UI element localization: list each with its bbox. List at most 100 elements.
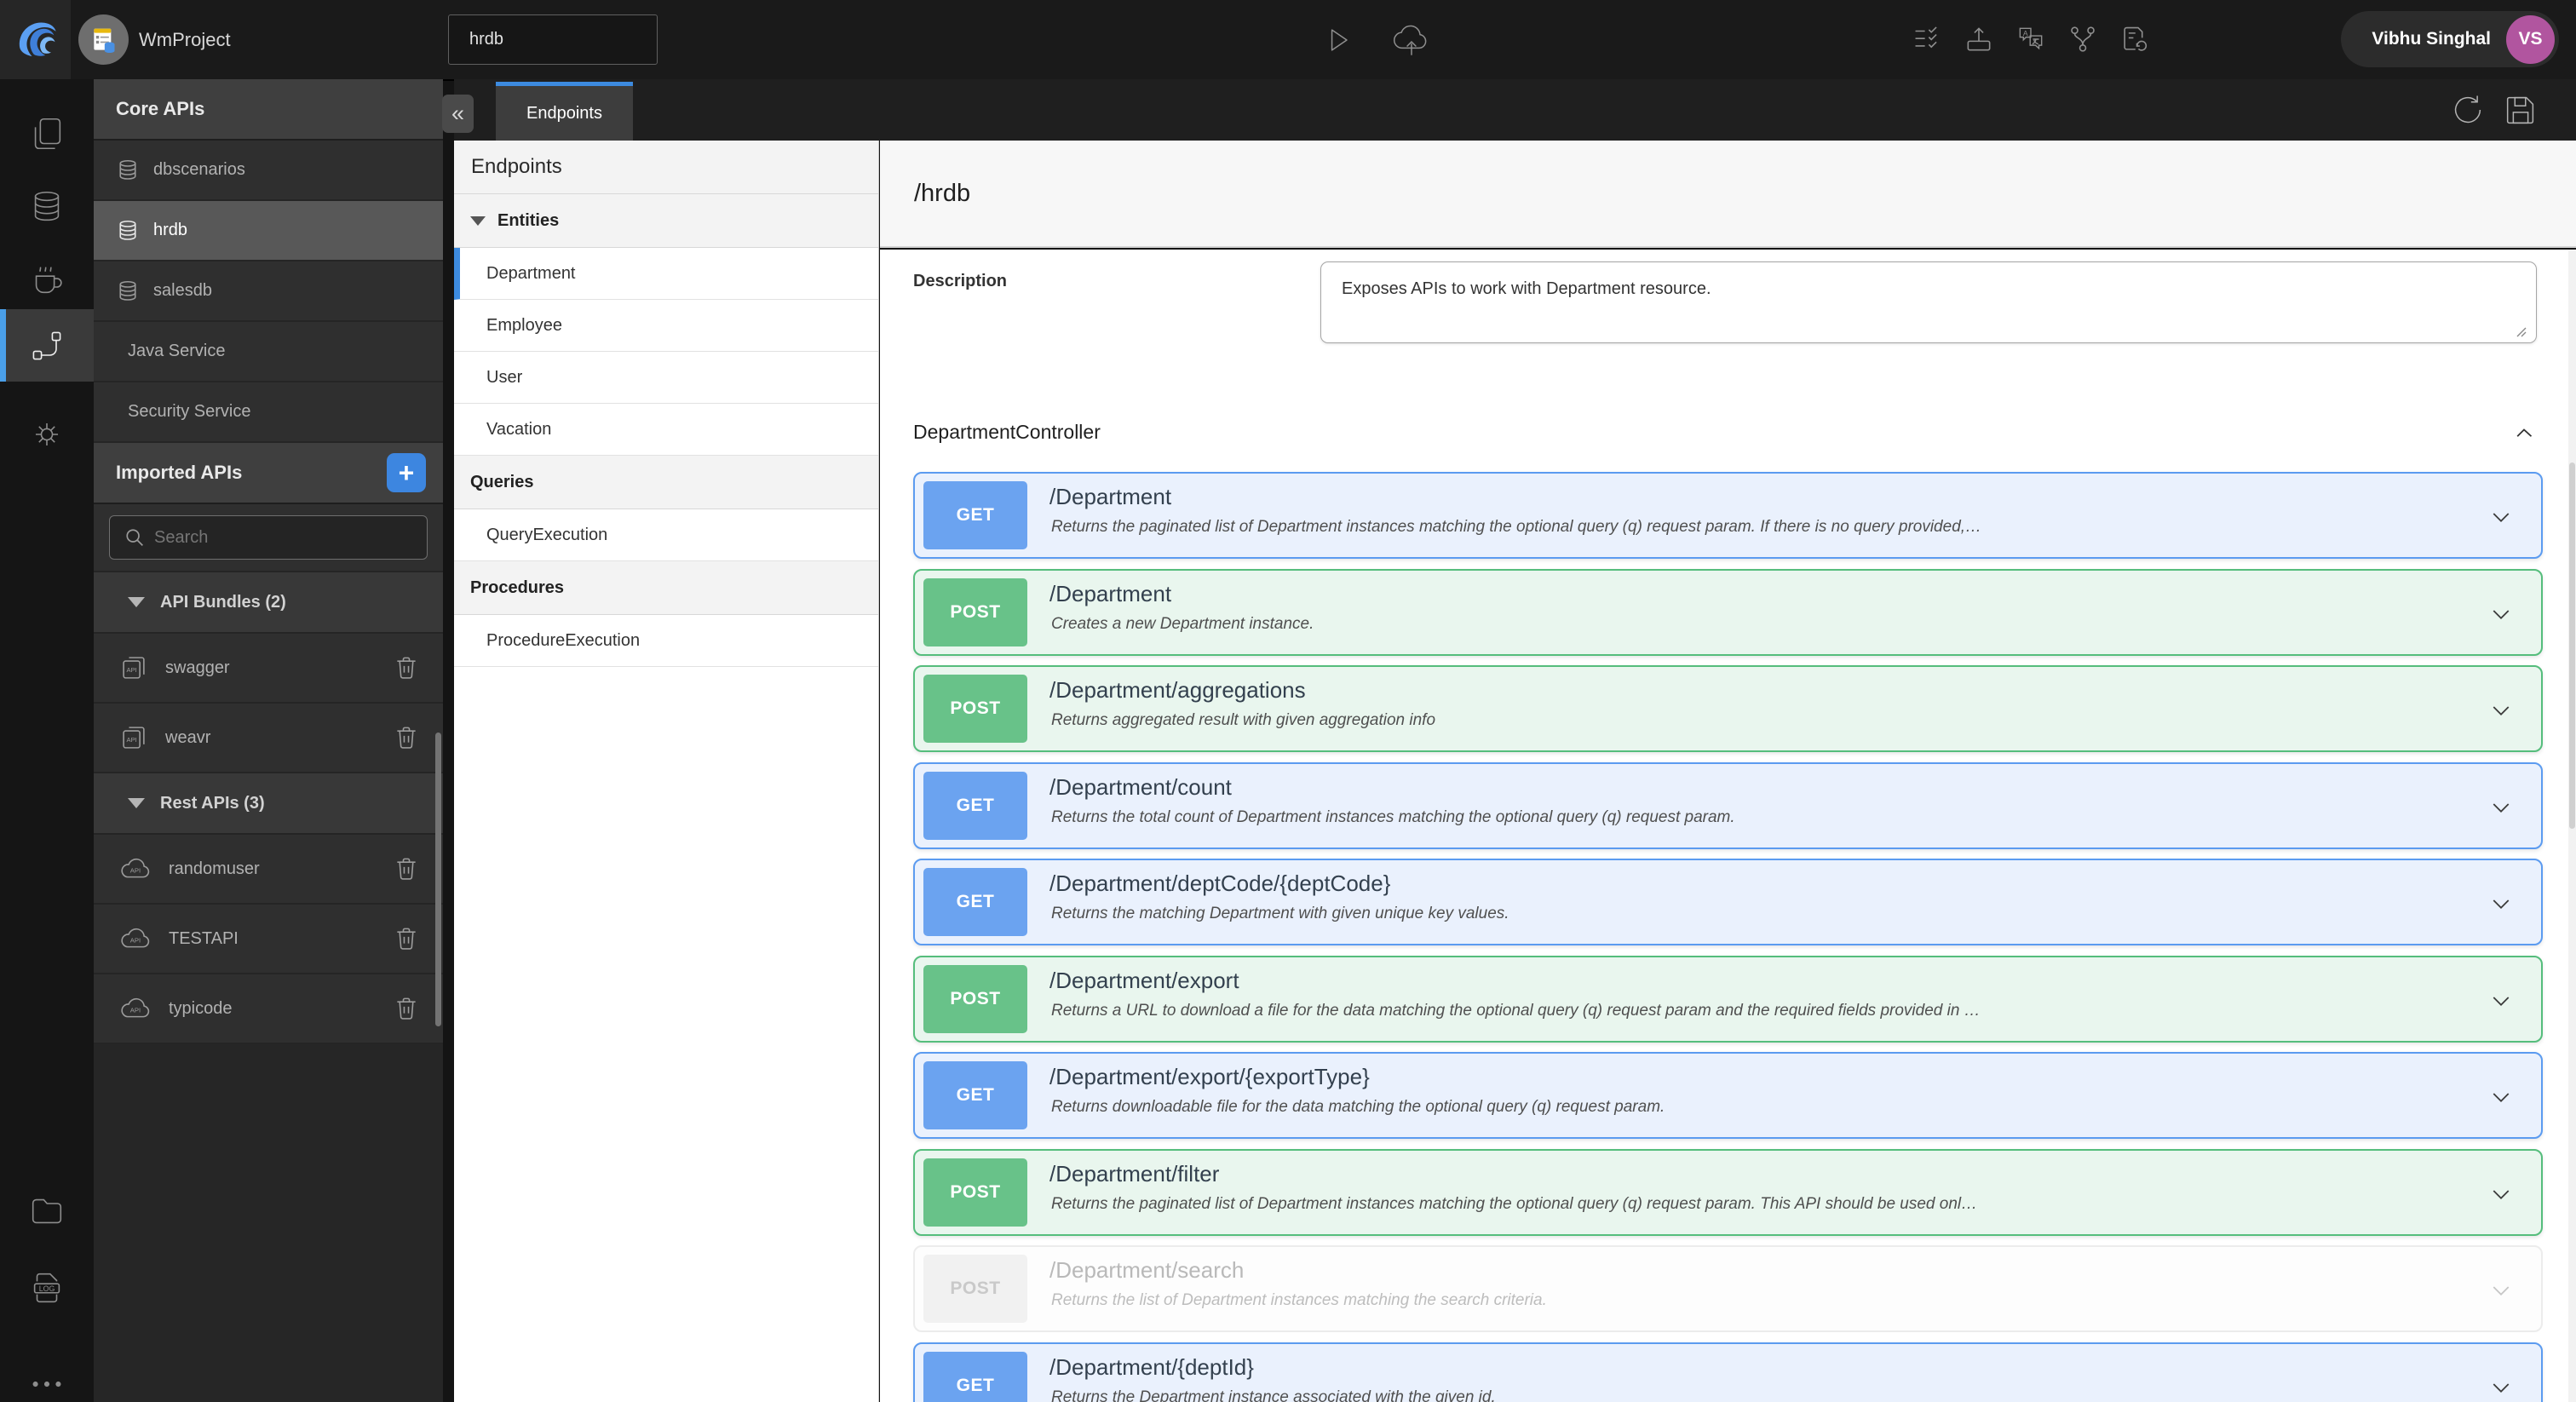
run-play-icon[interactable] (1319, 21, 1356, 59)
tab-endpoints[interactable]: Endpoints (496, 82, 633, 141)
endpoint-path: /Department/filter (1049, 1161, 1220, 1187)
group-header-rest-apis-3-[interactable]: Rest APIs (3) (94, 773, 443, 835)
expand-chevron-icon[interactable] (2485, 501, 2517, 533)
tree-section-procedures[interactable]: Procedures (454, 561, 878, 615)
endpoint-description: Returns downloadable file for the data m… (1051, 1098, 1665, 1116)
method-badge: POST (923, 1255, 1027, 1323)
imported-api-item-swagger[interactable]: API swagger (94, 634, 443, 704)
imported-api-item-weavr[interactable]: API weavr (94, 704, 443, 773)
endpoint-card-get-department[interactable]: GET/Department Returns the paginated list… (913, 472, 2543, 559)
project-search-input[interactable] (448, 14, 658, 65)
method-badge: GET (923, 772, 1027, 840)
user-name: Vibhu Singhal (2372, 29, 2491, 49)
add-imported-api-button[interactable]: + (387, 453, 426, 492)
wavemaker-logo[interactable] (0, 0, 71, 79)
imported-api-item-typicode[interactable]: API typicode (94, 974, 443, 1044)
delete-icon[interactable] (392, 653, 421, 682)
endpoint-description: Returns the Department instance associat… (1051, 1388, 1496, 1402)
imported-api-item-randomuser[interactable]: API randomuser (94, 835, 443, 905)
endpoint-card-get-department-export-exporttype-[interactable]: GET/Department/export/{exportType} Return… (913, 1052, 2543, 1139)
core-api-item-dbscenarios[interactable]: dbscenarios (94, 141, 443, 201)
endpoints-panel-title: Endpoints (454, 141, 878, 194)
core-panel-scrollbar[interactable] (435, 733, 441, 1026)
user-menu[interactable]: Vibhu Singhal VS (2341, 11, 2559, 67)
svg-text:API: API (127, 666, 137, 674)
resize-grip-icon[interactable] (2512, 323, 2527, 338)
endpoint-card-post-department-aggregations[interactable]: POST/Department/aggregations Returns aggr… (913, 665, 2543, 752)
core-api-item-java-service[interactable]: Java Service (94, 322, 443, 382)
core-api-item-security-service[interactable]: Security Service (94, 382, 443, 443)
group-header-api-bundles-2-[interactable]: API Bundles (2) (94, 572, 443, 634)
tree-section-entities[interactable]: Entities (454, 194, 878, 248)
svg-text:API: API (130, 867, 141, 875)
refresh-icon[interactable] (2448, 90, 2487, 129)
tree-item-department[interactable]: Department (454, 248, 878, 300)
endpoint-path: /Department/aggregations (1049, 677, 1306, 703)
endpoints-tree: Entities Department Employee User Vacation Qu… (454, 194, 878, 667)
endpoint-path: /Department/export (1049, 968, 1239, 993)
endpoint-description: Returns a URL to download a file for the… (1051, 1002, 1981, 1020)
endpoint-card-post-department-filter[interactable]: POST/Department/filter Returns the pagina… (913, 1149, 2543, 1236)
rail-item-database[interactable] (0, 177, 94, 237)
expand-chevron-icon[interactable] (2485, 1081, 2517, 1113)
expand-chevron-icon[interactable] (2485, 598, 2517, 630)
export-box-icon[interactable] (1963, 23, 1995, 55)
tree-item-user[interactable]: User (454, 352, 878, 404)
expand-chevron-icon[interactable] (2485, 1178, 2517, 1210)
core-api-item-hrdb[interactable]: hrdb (94, 201, 443, 261)
endpoints-tree-panel: Endpoints Entities Department Employee User… (454, 141, 879, 1402)
project-avatar[interactable] (78, 14, 129, 65)
expand-chevron-icon[interactable] (2485, 888, 2517, 920)
collapse-controller-icon[interactable] (2510, 418, 2539, 447)
endpoint-card-post-department-export[interactable]: POST/Department/export Returns a URL to d… (913, 956, 2543, 1043)
delete-icon[interactable] (392, 924, 421, 953)
top-action-icons: A (1911, 23, 2151, 55)
imported-apis-search-input[interactable] (109, 515, 428, 560)
endpoint-card-get-department-deptid-[interactable]: GET/Department/{deptId} Returns the Depar… (913, 1342, 2543, 1402)
delete-icon[interactable] (392, 723, 421, 752)
rail-item-log-file[interactable]: LOG (0, 1258, 94, 1318)
checklist-icon[interactable] (1911, 23, 1943, 55)
rail-item-api-connector[interactable] (0, 309, 94, 382)
save-icon[interactable] (2501, 90, 2540, 129)
core-apis-panel: Core APIs dbscenarios hrdb salesdb Java Ser… (94, 79, 443, 1402)
delete-icon[interactable] (392, 994, 421, 1023)
tree-item-vacation[interactable]: Vacation (454, 404, 878, 456)
collapse-panel-button[interactable]: « (442, 95, 474, 133)
endpoint-description: Returns the list of Department instances… (1051, 1291, 1547, 1309)
delete-icon[interactable] (392, 854, 421, 883)
expand-chevron-icon[interactable] (2485, 1371, 2517, 1402)
main-scrollbar-track[interactable] (2568, 250, 2576, 1402)
rail-item-pages[interactable] (0, 104, 94, 164)
rail-item-more-dots[interactable] (0, 1354, 94, 1402)
translate-icon[interactable]: A (2015, 23, 2047, 55)
description-textarea[interactable]: Exposes APIs to work with Department res… (1320, 261, 2537, 343)
endpoint-card-post-department[interactable]: POST/Department Creates a new Department … (913, 569, 2543, 656)
tree-section-queries[interactable]: Queries (454, 456, 878, 509)
java-coffee-icon (27, 260, 66, 299)
expand-chevron-icon[interactable] (2485, 694, 2517, 727)
expand-chevron-icon[interactable] (2485, 985, 2517, 1017)
project-name[interactable]: WmProject (139, 0, 231, 79)
rail-item-java-coffee[interactable] (0, 250, 94, 309)
rail-item-folder[interactable] (0, 1181, 94, 1241)
method-badge: GET (923, 1061, 1027, 1129)
endpoint-path: /Department/{deptId} (1049, 1354, 1254, 1380)
tree-section-label: Entities (497, 210, 560, 230)
caret-down-icon (470, 215, 486, 226)
endpoint-card-post-department-search[interactable]: POST/Department/search Returns the list o… (913, 1245, 2543, 1332)
imported-api-item-testapi[interactable]: API TESTAPI (94, 905, 443, 974)
tree-item-procedureexecution[interactable]: ProcedureExecution (454, 615, 878, 667)
core-api-item-salesdb[interactable]: salesdb (94, 261, 443, 322)
cloud-upload-icon[interactable] (1390, 19, 1433, 61)
file-sync-icon[interactable] (2119, 23, 2151, 55)
expand-chevron-icon[interactable] (2485, 791, 2517, 824)
tree-item-queryexecution[interactable]: QueryExecution (454, 509, 878, 561)
tree-item-employee[interactable]: Employee (454, 300, 878, 352)
main-scrollbar-thumb[interactable] (2569, 463, 2575, 829)
expand-chevron-icon[interactable] (2485, 1274, 2517, 1307)
endpoint-card-get-department-count[interactable]: GET/Department/count Returns the total co… (913, 762, 2543, 849)
endpoint-card-get-department-deptcode-deptcode-[interactable]: GET/Department/deptCode/{deptCode} Return… (913, 859, 2543, 945)
rail-item-settings-gear[interactable] (0, 405, 94, 464)
git-branch-icon[interactable] (2067, 23, 2099, 55)
